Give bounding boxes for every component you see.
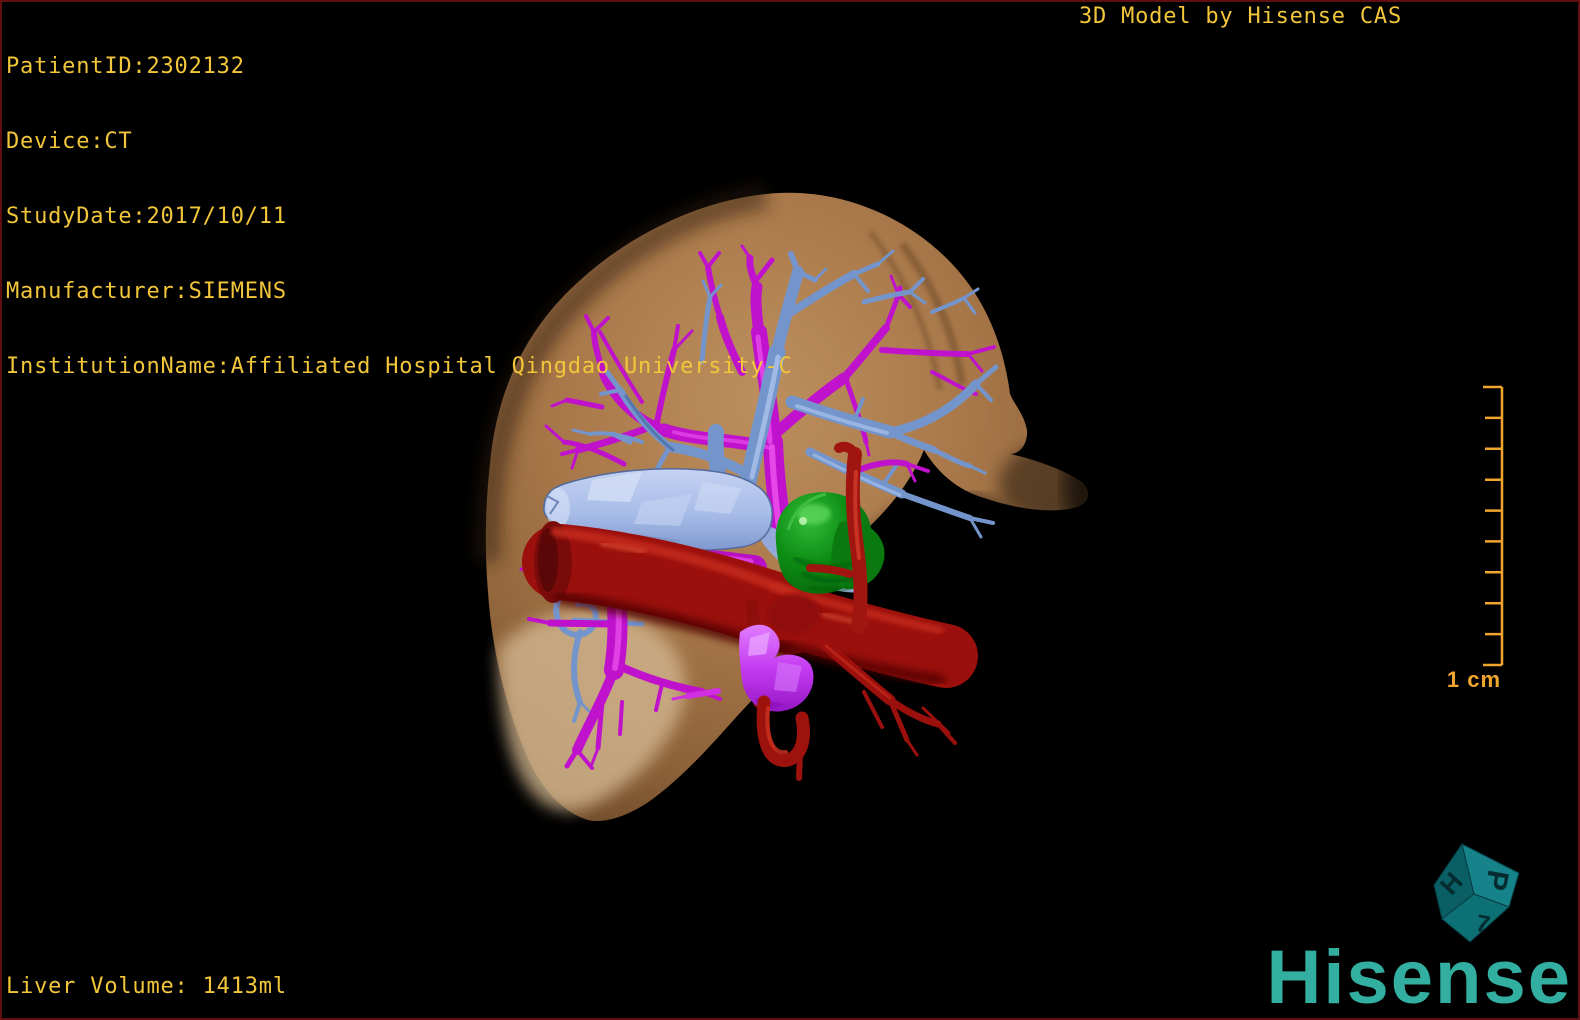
hisense-logo: Hisense: [1266, 935, 1572, 1020]
patient-info-overlay: PatientID:2302132 Device:CT StudyDate:20…: [6, 4, 793, 429]
device-line: Device:CT: [6, 129, 133, 154]
patient-id-line: PatientID:2302132: [6, 54, 245, 79]
gastroduodenal-artery-loop: [756, 695, 810, 781]
liver-volume-readout: Liver Volume: 1413ml: [6, 974, 287, 999]
watermark-title: 3D Model by Hisense CAS: [1078, 4, 1402, 29]
scale-ruler-label: 1 cm: [1447, 667, 1501, 692]
viewer-window: 1 cm H P 7 PatientID:2302132 Device:CT S…: [0, 0, 1580, 1020]
scale-ruler: 1 cm: [1447, 385, 1504, 692]
orientation-cube[interactable]: H P 7: [1433, 842, 1520, 943]
manufacturer-line: Manufacturer:SIEMENS: [6, 279, 287, 304]
study-date-line: StudyDate:2017/10/11: [6, 204, 287, 229]
institution-line: InstitutionName:Affiliated Hospital Qing…: [6, 354, 793, 379]
